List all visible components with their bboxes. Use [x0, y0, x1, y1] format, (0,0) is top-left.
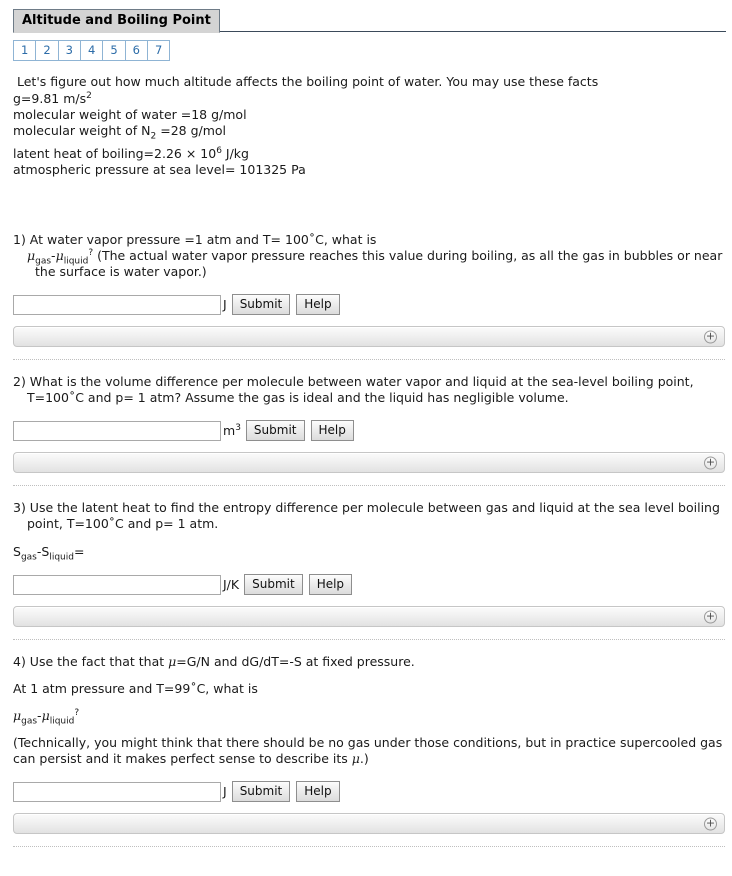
question-4-separator [13, 846, 725, 847]
question-2-answer-row: m3 Submit Help [13, 420, 724, 441]
question-4-formula: μgas-μliquid? [13, 707, 724, 727]
fact-gravity-text: g=9.81 m/s [13, 91, 87, 106]
entropy-gas-subscript: gas [20, 552, 37, 563]
question-2-help-button[interactable]: Help [310, 420, 354, 441]
question-mark-sup: ? [74, 707, 80, 718]
question-4-submit-button[interactable]: Submit [231, 781, 291, 802]
question-2-submit-button[interactable]: Submit [245, 420, 305, 441]
question-3-answer-row: J/K Submit Help [13, 574, 724, 595]
question-3-unit: J/K [223, 577, 240, 592]
entropy-liquid-subscript: liquid [49, 552, 74, 563]
question-3-help-button[interactable]: Help [308, 574, 353, 595]
fact-water-molecular-weight: molecular weight of water =18 g/mol [13, 107, 247, 122]
question-4: 4) Use the fact that that μ =G/N and dG/d… [0, 654, 732, 802]
mu-gas-symbol: μ [27, 248, 36, 263]
page-tab-4[interactable]: 4 [79, 40, 104, 61]
plus-circle-icon[interactable]: + [704, 817, 717, 830]
intro-lead: Let's figure out how much altitude affec… [17, 74, 599, 89]
question-4-expand-bar[interactable]: + [13, 813, 725, 834]
mu-liquid-symbol: μ [41, 708, 50, 723]
question-3-submit-button[interactable]: Submit [244, 574, 303, 595]
mu-liquid-symbol: μ [55, 248, 64, 263]
question-1-line1: 1) At water vapor pressure =1 atm and T=… [13, 232, 377, 247]
fact-gravity: g=9.81 m/s2 [13, 91, 722, 107]
question-4-line2: At 1 atm pressure and T=99˚C, what is [13, 681, 258, 696]
question-4-answer-row: J Submit Help [13, 781, 724, 802]
question-3-separator [13, 639, 725, 640]
question-4-note-post: .) [359, 751, 369, 766]
question-2-expand-bar[interactable]: + [13, 452, 725, 473]
question-4-line1-post: =G/N and dG/dT=-S at fixed pressure. [176, 654, 415, 669]
mu-symbol: μ [351, 751, 360, 766]
fact-gravity-exponent: 2 [86, 90, 92, 101]
fact-latent-text: latent heat of boiling=2.26 × 10 [13, 146, 217, 161]
fact-n2-value: =28 g/mol [156, 123, 227, 138]
entropy-gas-symbol: S [13, 544, 21, 559]
intro-spacer-3 [0, 210, 732, 232]
question-2: 2) What is the volume difference per mol… [0, 374, 732, 441]
question-4-unit: J [223, 784, 227, 799]
question-3-expand-bar[interactable]: + [13, 606, 725, 627]
question-1-line2: μgas-μliquid? (The actual water vapor pr… [13, 248, 724, 280]
question-4-help-button[interactable]: Help [296, 781, 340, 802]
page-title-tab[interactable]: Altitude and Boiling Point [13, 9, 220, 33]
plus-circle-icon[interactable]: + [704, 330, 717, 343]
page-tab-6[interactable]: 6 [124, 40, 148, 61]
page-tab-5[interactable]: 5 [102, 40, 126, 61]
question-3-formula: Sgas-Sliquid= [13, 544, 724, 563]
intro-block: Let's figure out how much altitude affec… [0, 61, 732, 178]
page-tab-3[interactable]: 3 [57, 40, 81, 61]
question-1-answer-row: J Submit Help [13, 294, 724, 315]
question-3-answer-input[interactable] [13, 574, 221, 595]
entropy-equals-sign: = [73, 544, 85, 559]
question-1-separator [13, 359, 725, 360]
intro-spacer-2 [0, 194, 732, 210]
question-1-expand-bar[interactable]: + [13, 326, 725, 347]
fact-atmospheric-pressure: atmospheric pressure at sea level= 10132… [13, 162, 306, 177]
question-4-line1: 4) Use the fact that that μ=G/N and dG/d… [13, 654, 724, 670]
question-2-unit-base: m [223, 423, 236, 438]
question-2-unit: m3 [223, 423, 241, 438]
mu-gas-symbol: μ [13, 708, 22, 723]
question-2-separator [13, 485, 725, 486]
plus-circle-icon[interactable]: + [704, 610, 717, 623]
question-1-help-button[interactable]: Help [296, 294, 340, 315]
mu-gas-subscript: gas [21, 716, 38, 727]
question-2-answer-input[interactable] [13, 420, 221, 441]
question-1-answer-input[interactable] [13, 294, 221, 315]
question-3: 3) Use the latent heat to find the entro… [0, 500, 732, 595]
question-1-submit-button[interactable]: Submit [231, 294, 291, 315]
question-1-explanation: (The actual water vapor pressure reaches… [35, 248, 723, 279]
page-tab-2[interactable]: 2 [35, 40, 59, 61]
question-4-answer-input[interactable] [13, 781, 221, 802]
mu-liquid-subscript: liquid [49, 716, 75, 727]
fact-n2-text: molecular weight of N [13, 123, 151, 138]
question-2-unit-exponent: 3 [235, 422, 241, 433]
page-tab-7[interactable]: 7 [146, 40, 171, 61]
page-number-tabs: 1234567 [0, 33, 732, 61]
question-1-unit: J [223, 297, 227, 312]
question-3-text: 3) Use the latent heat to find the entro… [13, 500, 720, 531]
page-header: Altitude and Boiling Point [0, 0, 732, 33]
question-2-text: 2) What is the volume difference per mol… [13, 374, 694, 405]
question-1: 1) At water vapor pressure =1 atm and T=… [0, 232, 732, 315]
fact-latent-heat: latent heat of boiling=2.26 × 106 J/kg [13, 146, 722, 162]
fact-nitrogen-molecular-weight: molecular weight of N2 =28 g/mol [13, 123, 722, 141]
question-4-note: (Technically, you might think that there… [13, 735, 724, 767]
question-4-line1-pre: 4) Use the fact that that [13, 654, 169, 669]
plus-circle-icon[interactable]: + [704, 456, 717, 469]
intro-spacer [0, 178, 732, 194]
page-tab-1[interactable]: 1 [13, 40, 37, 61]
fact-latent-units: J/kg [221, 146, 249, 161]
entropy-liquid-symbol: -S [36, 544, 50, 559]
